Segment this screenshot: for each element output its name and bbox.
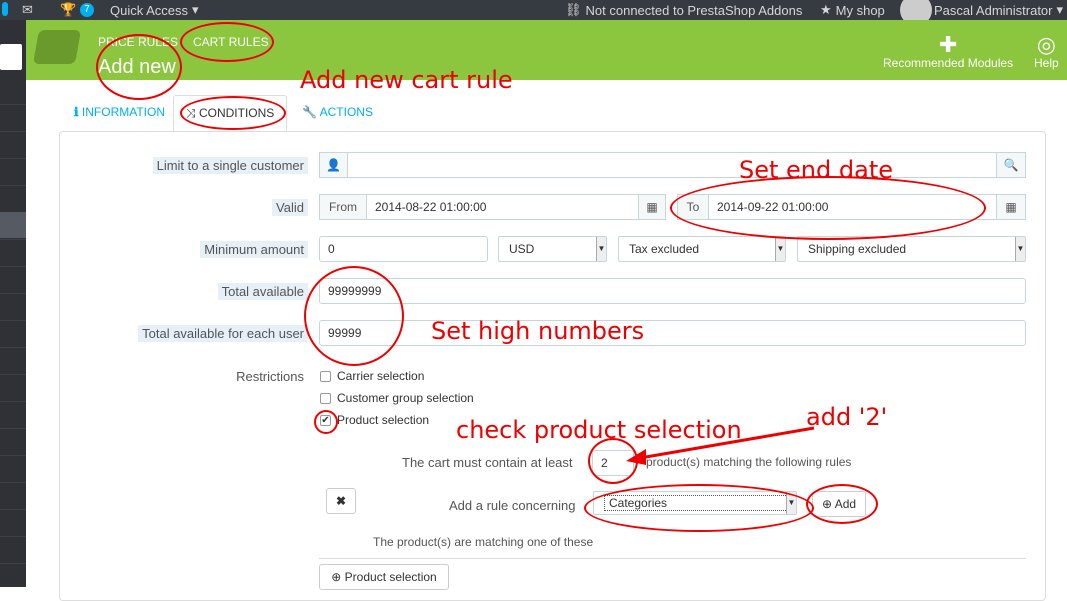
- annotation-arrow: [626, 426, 815, 465]
